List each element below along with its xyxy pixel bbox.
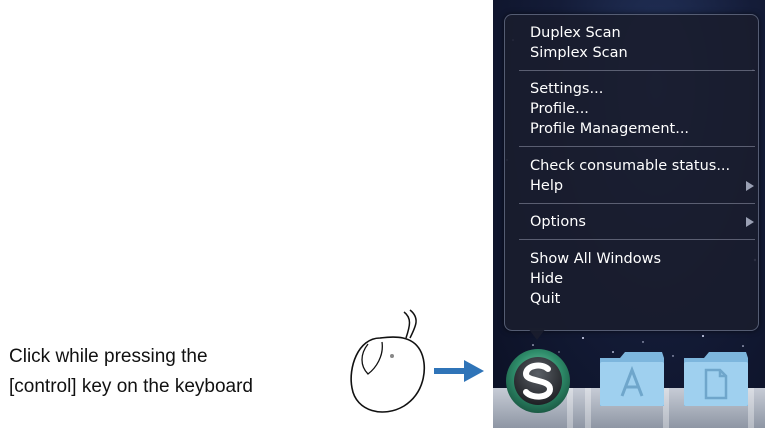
menu-item-label: Simplex Scan xyxy=(530,45,628,61)
menu-item-quit[interactable]: Quit xyxy=(505,289,758,309)
instruction-line-2: [control] key on the keyboard xyxy=(9,376,253,397)
right-arrow-icon xyxy=(434,360,484,382)
menu-item-label: Show All Windows xyxy=(530,251,662,267)
instruction-text: Click while pressing the [control] key o… xyxy=(9,342,339,402)
menu-item-help[interactable]: Help xyxy=(505,176,758,196)
submenu-arrow-icon xyxy=(746,217,754,227)
menu-item-check-consumable-status[interactable]: Check consumable status... xyxy=(505,156,758,176)
menu-item-profile[interactable]: Profile... xyxy=(505,99,758,119)
instruction-figure: Click while pressing the [control] key o… xyxy=(0,0,765,428)
menu-pointer xyxy=(528,328,546,340)
menu-separator xyxy=(519,239,755,240)
menu-item-label: Profile... xyxy=(530,101,589,117)
menu-item-label: Help xyxy=(530,178,564,194)
menu-item-label: Check consumable status... xyxy=(530,158,731,174)
menu-item-settings[interactable]: Settings... xyxy=(505,79,758,99)
submenu-arrow-icon xyxy=(746,181,754,191)
mouse-icon xyxy=(350,309,426,413)
menu-item-label: Quit xyxy=(530,291,561,307)
menu-item-simplex-scan[interactable]: Simplex Scan xyxy=(505,43,758,63)
menu-item-show-all-windows[interactable]: Show All Windows xyxy=(505,249,758,269)
menu-item-label: Profile Management... xyxy=(530,121,690,137)
documents-folder-icon[interactable] xyxy=(682,350,750,408)
menu-separator xyxy=(519,70,755,71)
menu-item-label: Options xyxy=(530,214,586,230)
menu-separator xyxy=(519,203,755,204)
applications-folder-icon[interactable] xyxy=(598,350,666,408)
menu-item-label: Hide xyxy=(530,271,564,287)
menu-separator xyxy=(519,146,755,147)
menu-item-duplex-scan[interactable]: Duplex Scan xyxy=(505,23,758,43)
menu-item-profile-management[interactable]: Profile Management... xyxy=(505,119,758,139)
menu-item-hide[interactable]: Hide xyxy=(505,269,758,289)
menu-item-label: Settings... xyxy=(530,81,604,97)
scansnap-manager-icon[interactable] xyxy=(504,347,572,415)
menu-item-label: Duplex Scan xyxy=(530,25,621,41)
instruction-line-1: Click while pressing the xyxy=(9,346,208,367)
dock-context-menu: Duplex Scan Simplex Scan Settings... Pro… xyxy=(504,14,759,331)
menu-item-options[interactable]: Options xyxy=(505,212,758,232)
